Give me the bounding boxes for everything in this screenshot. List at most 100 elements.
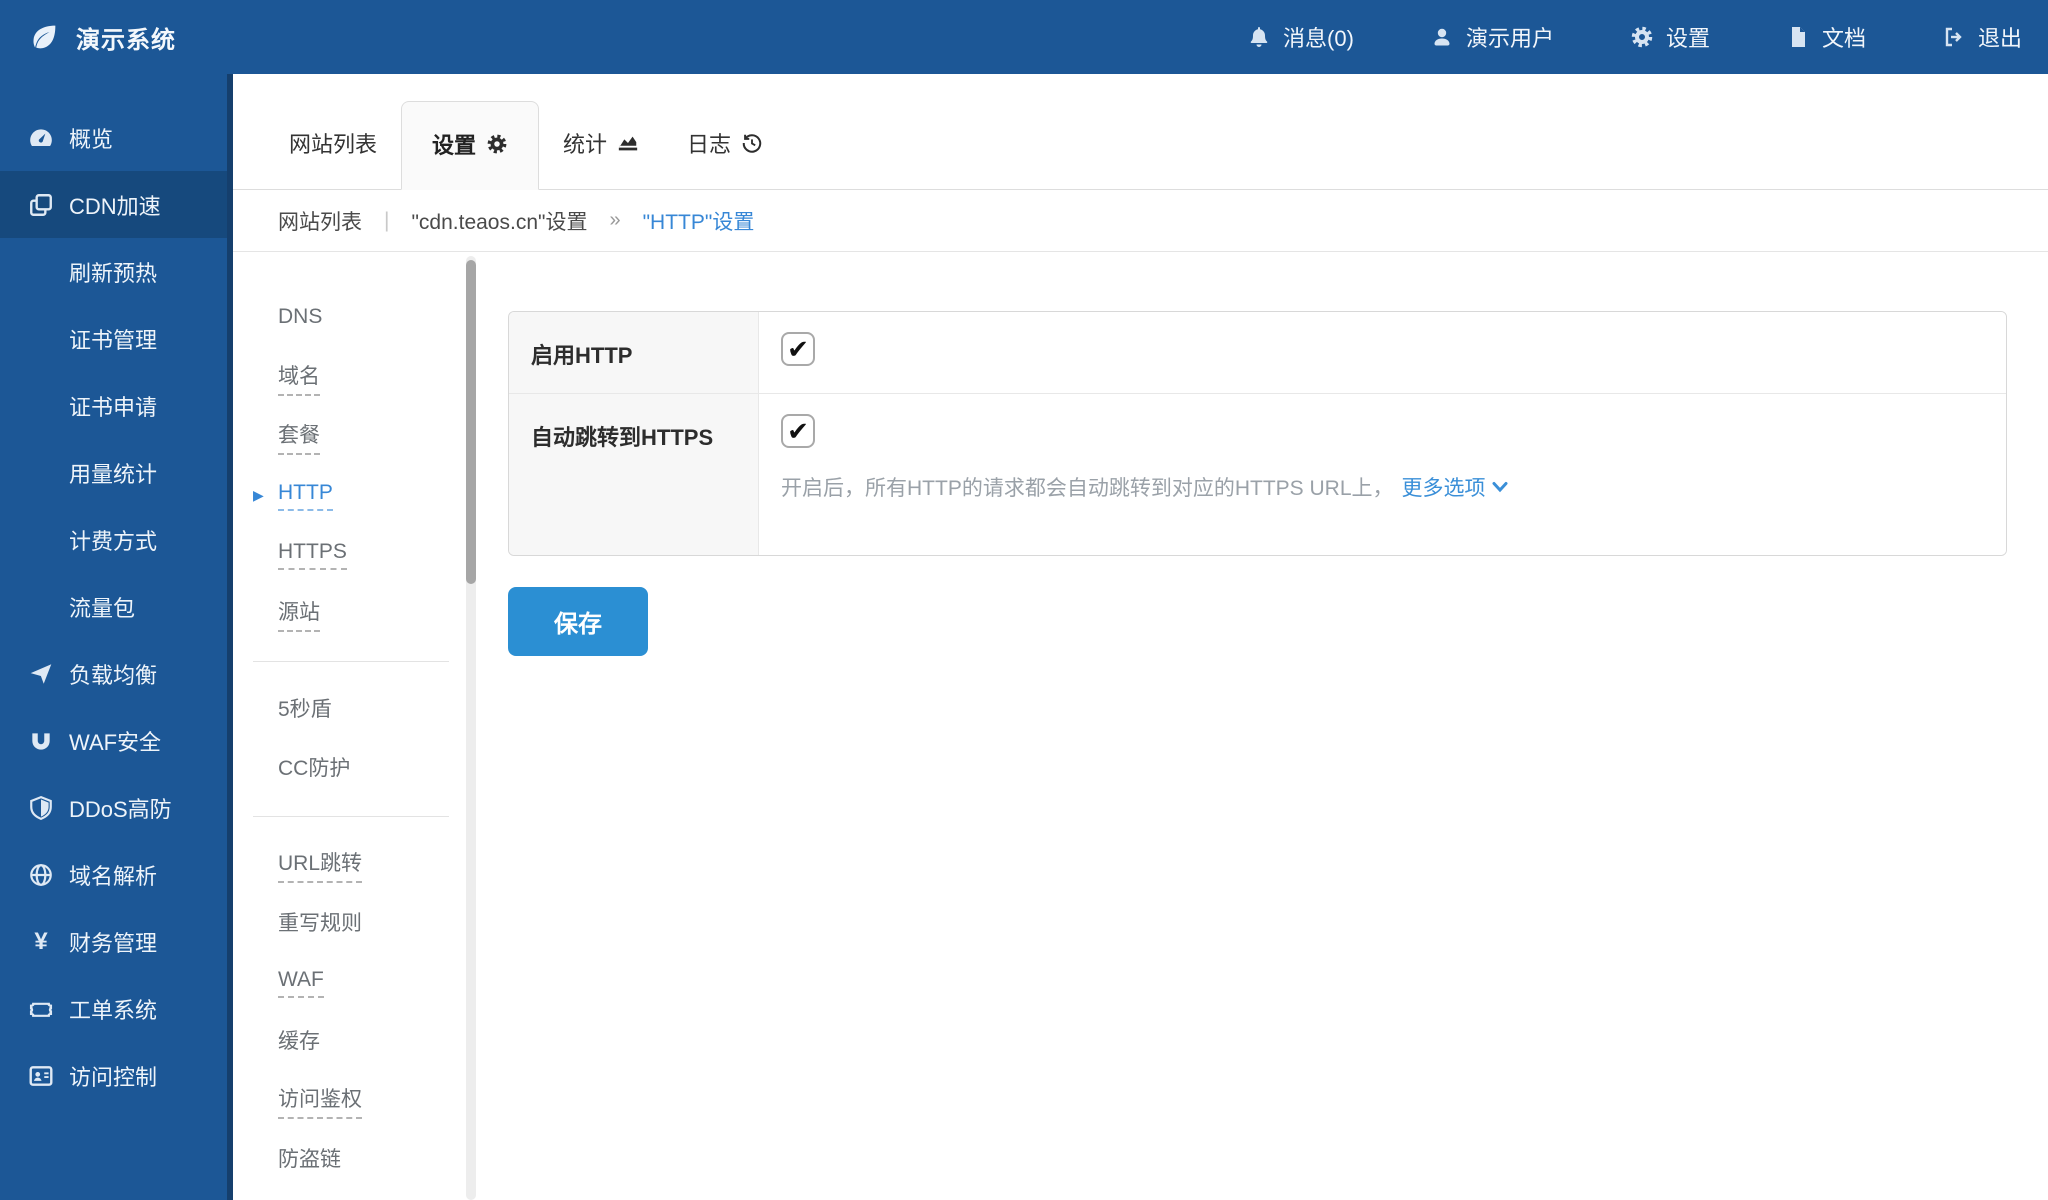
sidebar-item-waf[interactable]: WAF安全: [0, 707, 233, 774]
logout-menu-item[interactable]: 退出: [1942, 21, 2022, 53]
checkmark-icon: ✔: [787, 418, 809, 444]
sidebar-item-tickets[interactable]: 工单系统: [0, 975, 233, 1042]
gauge-icon: [28, 125, 54, 151]
sidebar-item-label: 概览: [69, 122, 113, 154]
subnav-item-waf[interactable]: WAF: [233, 953, 466, 1012]
sidebar-item-cert-apply[interactable]: 证书申请: [0, 372, 233, 439]
breadcrumb: 网站列表 | "cdn.teaos.cn"设置 » "HTTP"设置: [233, 190, 2048, 252]
save-button[interactable]: 保存: [508, 587, 648, 656]
user-icon: [1430, 25, 1454, 49]
settings-label: 设置: [1666, 21, 1710, 53]
breadcrumb-website-list[interactable]: 网站列表: [278, 206, 362, 236]
setting-description: 开启后，所有HTTP的请求都会自动跳转到对应的HTTPS URL上， 更多选项: [781, 472, 1982, 502]
subnav-item-url-redirect[interactable]: URL跳转: [233, 835, 466, 894]
messages-label: 消息(0): [1283, 21, 1354, 53]
subnav-item-plan[interactable]: 套餐: [233, 407, 466, 466]
sidebar-item-label: 用量统计: [69, 457, 157, 489]
active-arrow-icon: ▶: [253, 487, 264, 504]
yen-icon: ¥: [28, 928, 54, 956]
ticket-icon: [28, 996, 54, 1022]
sidebar-item-cdn[interactable]: CDN加速: [0, 171, 233, 238]
docs-label: 文档: [1822, 21, 1866, 53]
checkmark-icon: ✔: [787, 336, 809, 362]
subnav-item-http[interactable]: ▶ HTTP: [233, 466, 466, 525]
sidebar-item-finance[interactable]: ¥ 财务管理: [0, 908, 233, 975]
subnav-divider: [253, 816, 449, 817]
settings-menu-item[interactable]: 设置: [1630, 21, 1710, 53]
paper-plane-icon: [28, 661, 54, 687]
sidebar-item-overview[interactable]: 概览: [0, 104, 233, 171]
sidebar-item-label: 计费方式: [69, 524, 157, 556]
tab-label: 统计: [563, 127, 607, 159]
sidebar-item-dns-resolve[interactable]: 域名解析: [0, 841, 233, 908]
sidebar-item-label: 访问控制: [69, 1060, 157, 1092]
subnav-item-https[interactable]: HTTPS: [233, 525, 466, 584]
leaf-logo-icon: [28, 21, 60, 53]
subnav-item-origin[interactable]: 源站: [233, 584, 466, 643]
setting-row-enable-http: 启用HTTP ✔: [509, 312, 2006, 393]
tab-label: 网站列表: [289, 127, 377, 159]
subnav-scrollbar-thumb[interactable]: [466, 260, 476, 584]
gear-icon: [486, 133, 508, 155]
sidebar-item-label: 域名解析: [69, 859, 157, 891]
subnav-item-cc-protect[interactable]: CC防护: [233, 739, 466, 798]
subnav-item-access-auth[interactable]: 访问鉴权: [233, 1071, 466, 1130]
subnav-item-cache[interactable]: 缓存: [233, 1012, 466, 1071]
subnav-item-domain[interactable]: 域名: [233, 348, 466, 407]
more-options-link[interactable]: 更多选项: [1402, 472, 1508, 502]
setting-label: 自动跳转到HTTPS: [509, 394, 759, 555]
setting-label: 启用HTTP: [509, 312, 759, 393]
tab-website-list[interactable]: 网站列表: [265, 127, 401, 189]
app-title: 演示系统: [76, 20, 176, 55]
tab-label: 日志: [687, 127, 731, 159]
sidebar-item-label: 财务管理: [69, 926, 157, 958]
enable-http-checkbox[interactable]: ✔: [781, 332, 815, 366]
tab-settings[interactable]: 设置: [401, 101, 539, 190]
sidebar-item-label: WAF安全: [69, 725, 161, 757]
setting-row-auto-https-redirect: 自动跳转到HTTPS ✔ 开启后，所有HTTP的请求都会自动跳转到对应的HTTP…: [509, 393, 2006, 555]
breadcrumb-site-settings[interactable]: "cdn.teaos.cn"设置: [411, 206, 587, 236]
main-content: 网站列表 设置 统计 日志 网站列表 | "cdn.teaos.cn"设置 » …: [233, 74, 2048, 1200]
breadcrumb-separator: »: [609, 209, 620, 232]
tab-statistics[interactable]: 统计: [539, 127, 663, 189]
sidebar-item-traffic-package[interactable]: 流量包: [0, 573, 233, 640]
sidebar-item-usage-stats[interactable]: 用量统计: [0, 439, 233, 506]
docs-menu-item[interactable]: 文档: [1786, 21, 1866, 53]
sidebar-item-ddos[interactable]: DDoS高防: [0, 774, 233, 841]
subnav-item-5s-shield[interactable]: 5秒盾: [233, 680, 466, 739]
sidebar-item-billing-method[interactable]: 计费方式: [0, 506, 233, 573]
subnav-item-hotlink-protect[interactable]: 防盗链: [233, 1130, 466, 1189]
setting-value: ✔ 开启后，所有HTTP的请求都会自动跳转到对应的HTTPS URL上， 更多选…: [759, 394, 2006, 555]
bell-icon: [1247, 25, 1271, 49]
history-icon: [741, 132, 763, 154]
messages-menu-item[interactable]: 消息(0): [1247, 21, 1354, 53]
chevron-down-icon: [1492, 481, 1508, 493]
subnav-item-rewrite-rules[interactable]: 重写规则: [233, 894, 466, 953]
breadcrumb-separator: |: [384, 209, 389, 233]
gear-icon: [1630, 25, 1654, 49]
globe-icon: [28, 862, 54, 888]
subnav-scrollbar-track[interactable]: [466, 256, 476, 1200]
subnav-divider: [253, 661, 449, 662]
auto-https-redirect-checkbox[interactable]: ✔: [781, 414, 815, 448]
topbar: 演示系统 消息(0) 演示用户 设置 文档 退出: [0, 0, 2048, 74]
sidebar-item-load-balance[interactable]: 负载均衡: [0, 640, 233, 707]
document-icon: [1786, 25, 1810, 49]
user-menu-item[interactable]: 演示用户: [1430, 21, 1554, 53]
sidebar-item-label: 证书申请: [69, 390, 157, 422]
app-brand: 演示系统: [0, 20, 420, 55]
shield-icon: [28, 795, 54, 821]
sidebar-item-label: 负载均衡: [69, 658, 157, 690]
tab-label: 设置: [432, 128, 476, 160]
settings-content: DNS 域名 套餐 ▶ HTTP HTTPS 源站 5秒盾 CC防护 URL跳转…: [233, 253, 2048, 1200]
tab-logs[interactable]: 日志: [663, 127, 787, 189]
logout-label: 退出: [1978, 21, 2022, 53]
breadcrumb-http-settings[interactable]: "HTTP"设置: [643, 206, 755, 236]
sidebar-item-refresh-prewarm[interactable]: 刷新预热: [0, 238, 233, 305]
topbar-menu: 消息(0) 演示用户 设置 文档 退出: [1247, 21, 2048, 53]
sidebar-item-access-control[interactable]: 访问控制: [0, 1042, 233, 1109]
sidebar-item-label: CDN加速: [69, 189, 161, 221]
subnav-item-dns[interactable]: DNS: [233, 289, 466, 348]
sidebar-item-label: 刷新预热: [69, 256, 157, 288]
sidebar-item-cert-manage[interactable]: 证书管理: [0, 305, 233, 372]
